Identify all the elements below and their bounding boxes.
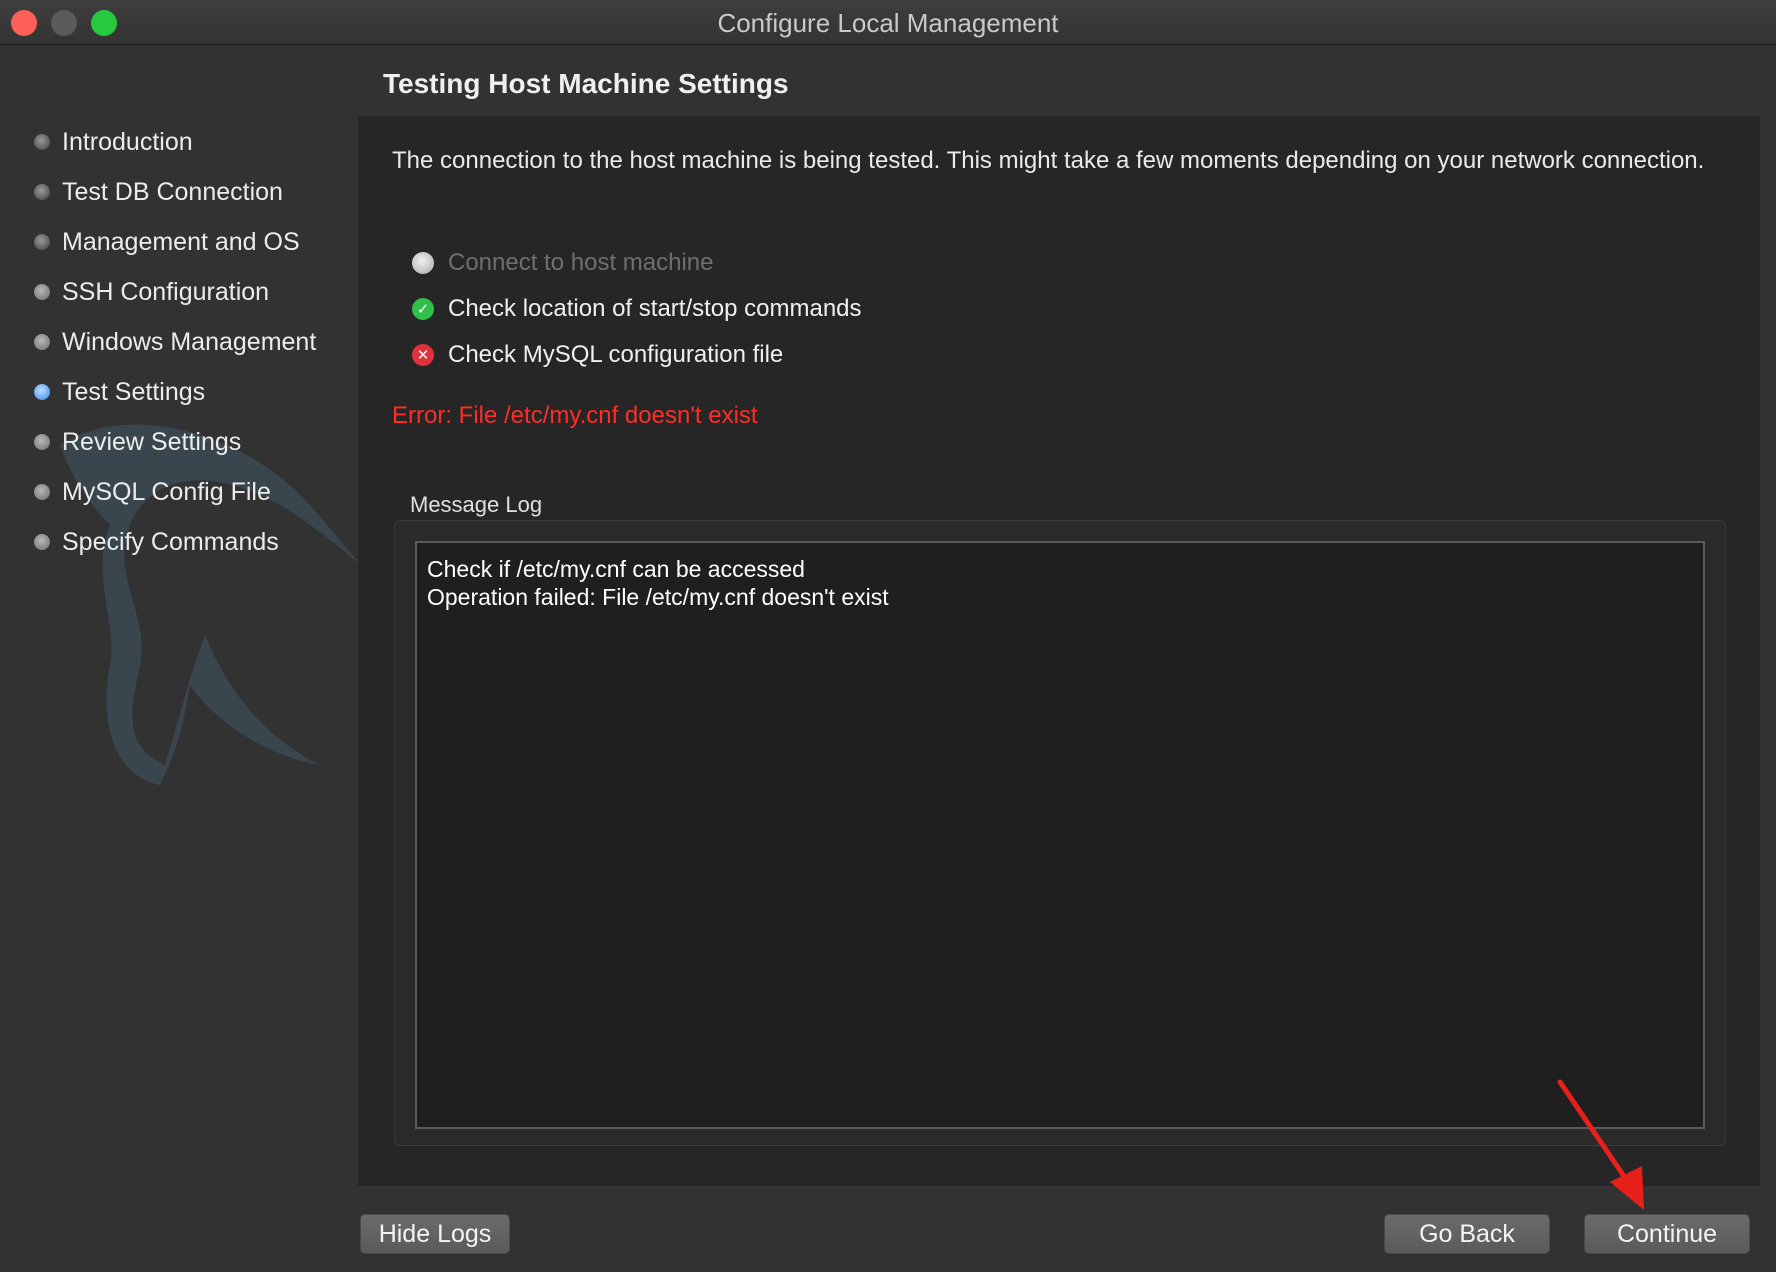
step-done-bullet-icon [34, 184, 50, 200]
check-item-start-stop-commands: ✓ Check location of start/stop commands [412, 286, 862, 332]
title-bar: Configure Local Management [0, 0, 1776, 45]
red-annotation-arrow-icon [1557, 1079, 1644, 1210]
pending-status-icon [412, 252, 434, 274]
check-item-connect-host: Connect to host machine [412, 240, 862, 286]
test-checklist: Connect to host machine ✓ Check location… [412, 240, 862, 378]
message-log-group: Check if /etc/my.cnf can be accessed Ope… [394, 520, 1726, 1146]
sidebar-step-mysql-config-file: MySQL Config File [34, 467, 316, 517]
step-pending-bullet-icon [34, 334, 50, 350]
hide-logs-button[interactable]: Hide Logs [360, 1214, 510, 1254]
check-item-label: Check MySQL configuration file [448, 341, 784, 368]
sidebar-step-label: Review Settings [62, 427, 242, 456]
window-title: Configure Local Management [717, 8, 1059, 38]
go-back-button[interactable]: Go Back [1384, 1214, 1550, 1254]
sidebar-step-label: SSH Configuration [62, 277, 270, 306]
failed-x-icon: ✕ [412, 344, 434, 366]
sidebar-step-test-settings: Test Settings [34, 367, 316, 417]
step-pending-bullet-icon [34, 284, 50, 300]
log-line: Operation failed: File /etc/my.cnf doesn… [427, 584, 889, 610]
sidebar-step-specify-commands: Specify Commands [34, 517, 316, 567]
sidebar-step-introduction: Introduction [34, 117, 316, 167]
check-item-mysql-config: ✕ Check MySQL configuration file [412, 332, 862, 378]
configure-local-management-window: Configure Local Management Introduction … [0, 0, 1776, 1272]
sidebar-step-label: Test Settings [62, 377, 206, 406]
page-title: Testing Host Machine Settings [383, 68, 789, 99]
success-checkmark-icon: ✓ [412, 298, 434, 320]
content-panel: The connection to the host machine is be… [358, 116, 1760, 1186]
sidebar-step-windows-management: Windows Management [34, 317, 316, 367]
step-done-bullet-icon [34, 234, 50, 250]
message-log-textarea[interactable]: Check if /etc/my.cnf can be accessed Ope… [415, 541, 1705, 1129]
wizard-steps-list: Introduction Test DB Connection Manageme… [34, 117, 316, 567]
sidebar-step-label: Management and OS [62, 227, 300, 256]
sidebar-step-label: Test DB Connection [62, 177, 283, 206]
sidebar-step-label: Introduction [62, 127, 193, 156]
check-item-label: Check location of start/stop commands [448, 295, 862, 322]
error-message: Error: File /etc/my.cnf doesn't exist [392, 402, 758, 429]
step-pending-bullet-icon [34, 434, 50, 450]
description-text: The connection to the host machine is be… [392, 147, 1705, 174]
step-active-bullet-icon [34, 384, 50, 400]
sidebar-step-management-and-os: Management and OS [34, 217, 316, 267]
message-log-title: Message Log [410, 492, 543, 517]
sidebar-step-test-db-connection: Test DB Connection [34, 167, 316, 217]
continue-button[interactable]: Continue [1584, 1214, 1750, 1254]
step-done-bullet-icon [34, 134, 50, 150]
wizard-step-sidebar: Introduction Test DB Connection Manageme… [0, 45, 358, 1272]
sidebar-step-label: MySQL Config File [62, 477, 271, 506]
sidebar-step-review-settings: Review Settings [34, 417, 316, 467]
sidebar-step-ssh-configuration: SSH Configuration [34, 267, 316, 317]
check-item-label: Connect to host machine [448, 249, 714, 276]
sidebar-step-label: Windows Management [62, 327, 317, 356]
sidebar-step-label: Specify Commands [62, 527, 279, 556]
step-pending-bullet-icon [34, 484, 50, 500]
step-pending-bullet-icon [34, 534, 50, 550]
log-line: Check if /etc/my.cnf can be accessed [427, 556, 805, 582]
